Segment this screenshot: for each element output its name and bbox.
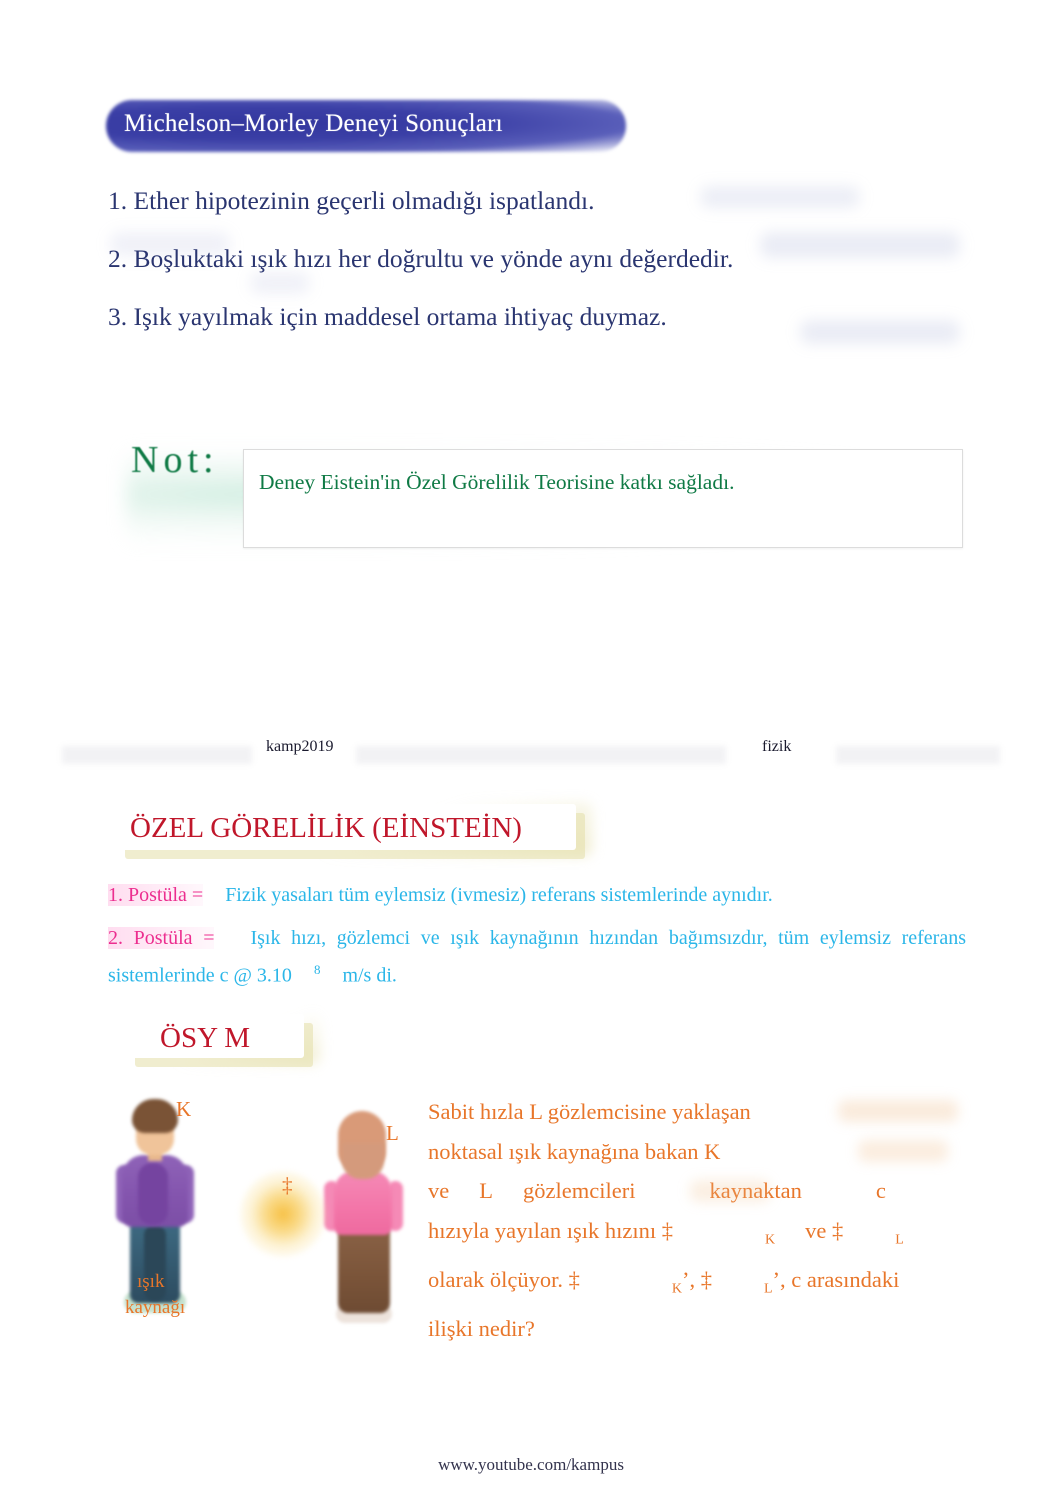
heading-main: ÖZEL GÖRELİLİK (EİNSTEİN) bbox=[130, 812, 522, 844]
figure-l-shirt bbox=[334, 1171, 392, 1235]
figure-label-k: K bbox=[176, 1097, 192, 1121]
question-line-4-sub-l: L bbox=[895, 1232, 904, 1247]
result-item-3: 3. Işık yayılmak için maddesel ortama ih… bbox=[108, 302, 667, 331]
question-line-4-sub-k: K bbox=[764, 1232, 776, 1247]
question-line-3e: c bbox=[875, 1178, 886, 1203]
heading-sub: ÖSY M bbox=[160, 1022, 250, 1054]
postulate-1-text: Fizik yasaları tüm eylemsiz (ivmesiz) re… bbox=[225, 884, 773, 906]
question-line-3b: L bbox=[479, 1178, 493, 1203]
question-line-6: ilişki nedir? bbox=[428, 1315, 535, 1341]
question-line-5b: ’, ‡ bbox=[681, 1266, 712, 1292]
question-line-5-sub-k: K bbox=[671, 1281, 682, 1296]
question-line-5a: olarak ölçüyor. ‡ bbox=[428, 1266, 580, 1292]
postulate-2: 2. Postüla = Işık hızı, gözlemci ve ışık … bbox=[108, 923, 966, 992]
note-label: Not: bbox=[131, 439, 219, 481]
figure-label-l: L bbox=[386, 1121, 399, 1145]
question-line-4b: ve ‡ bbox=[805, 1217, 844, 1243]
light-source-label-line2: kaynağı bbox=[125, 1297, 186, 1318]
question-line-2: noktasal ışık kaynağına bakan K bbox=[428, 1138, 721, 1164]
postulate-2-exponent: 8 bbox=[313, 962, 321, 977]
question-text: Sabit hızla L gözlemcisine yaklaşan nokt… bbox=[428, 1092, 920, 1348]
figure-l-skirt bbox=[338, 1227, 390, 1313]
result-item-1: 1. Ether hipotezinin geçerli olmadığı is… bbox=[108, 186, 595, 215]
separator-label-right: fizik bbox=[762, 738, 792, 755]
figure-k-shirt-shade bbox=[138, 1163, 168, 1225]
note-text: Deney Eistein'in Özel Görelilik Teorisin… bbox=[259, 470, 735, 494]
question-line-3c: gözlemcileri bbox=[523, 1178, 636, 1203]
question-line-4a: hızıyla yayılan ışık hızını ‡ bbox=[428, 1217, 673, 1243]
postulate-2-text-part1: Işık hızı, gözlemci ve ışık kaynağının h… bbox=[108, 927, 966, 987]
page-footer: www.youtube.com/kampus bbox=[438, 1455, 624, 1474]
question-line-5-sub-l: L bbox=[763, 1281, 773, 1296]
question-line-5c: ’, c arasındaki bbox=[772, 1266, 900, 1292]
results-list: 1. Ether hipotezinin geçerli olmadığı is… bbox=[108, 178, 964, 352]
light-source-label-line1: ışık bbox=[137, 1271, 165, 1292]
postulate-2-text-part2: m/s di. bbox=[342, 964, 397, 987]
question-line-3a: ve bbox=[428, 1178, 450, 1203]
postulate-2-label: 2. Postüla = bbox=[108, 927, 215, 949]
postulate-1: 1. Postüla = Fizik yasaları tüm eylemsiz … bbox=[108, 880, 966, 911]
postulate-1-label: 1. Postüla = bbox=[108, 884, 204, 906]
dagger-symbol-source: ‡ bbox=[282, 1173, 293, 1197]
question-line-3d: kaynaktan bbox=[709, 1178, 802, 1203]
question-line-1: Sabit hızla L gözlemcisine yaklaşan bbox=[428, 1099, 751, 1124]
figure-l-hair-back bbox=[342, 1143, 384, 1179]
postulates-block: 1. Postüla = Fizik yasaları tüm eylemsiz … bbox=[108, 880, 966, 1004]
slide-title: Michelson–Morley Deneyi Sonuçları bbox=[124, 110, 503, 137]
figure-k-hair bbox=[132, 1099, 178, 1133]
result-item-2: 2. Boşluktaki ışık hızı her doğrultu ve … bbox=[108, 244, 734, 273]
